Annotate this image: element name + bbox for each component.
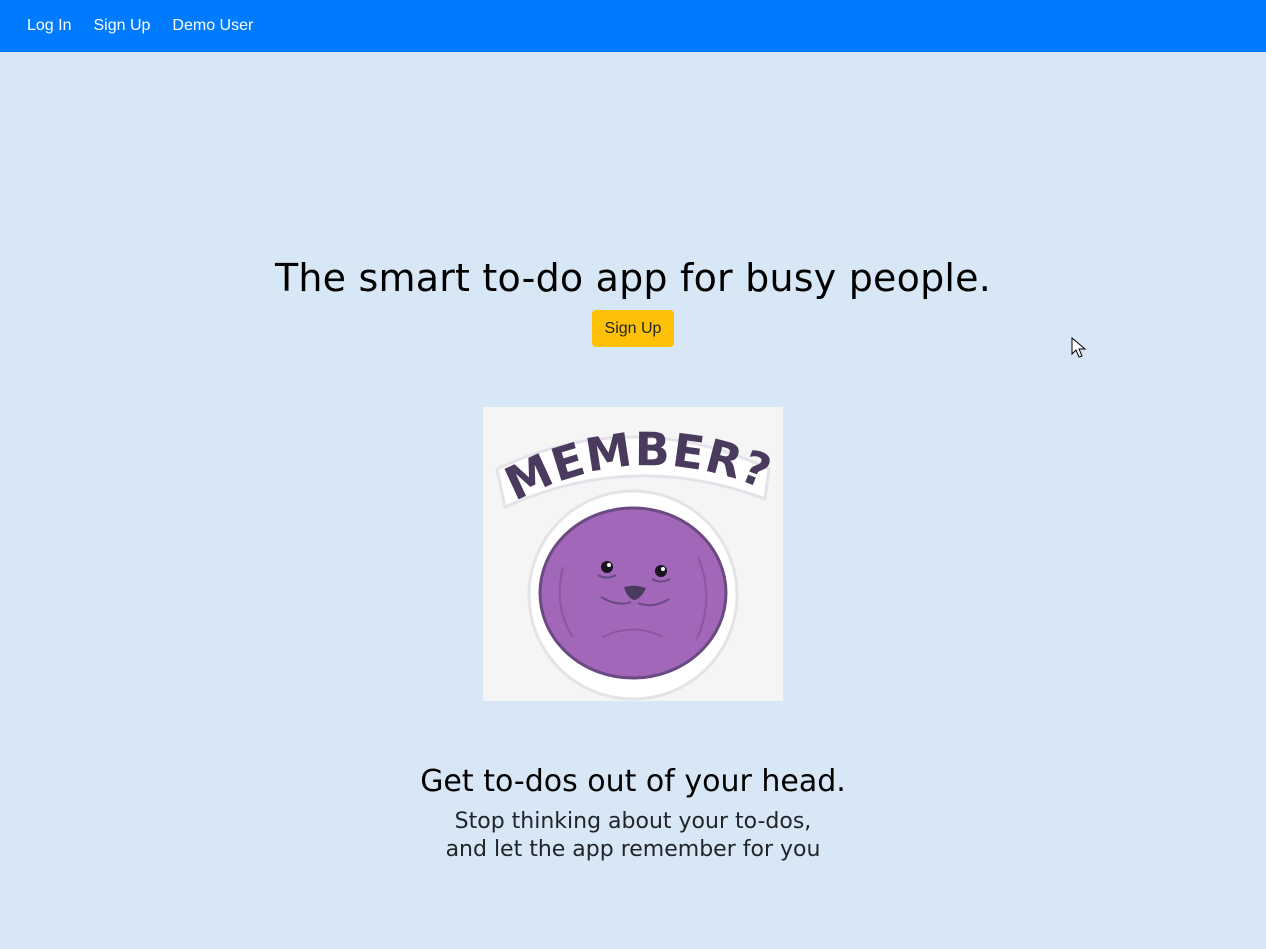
nav-demo-user-link[interactable]: Demo User [161,0,264,52]
feature-text-line-2: and let the app remember for you [445,837,821,862]
mouse-cursor-icon [1071,337,1087,358]
nav-signup-link[interactable]: Sign Up [82,0,161,52]
feature-text-line-1: Stop thinking about your to-dos, [454,809,812,834]
top-navbar: Log In Sign Up Demo User [0,0,1266,52]
member-berry-image: MEMBER? [483,407,783,701]
nav-login-link[interactable]: Log In [16,0,82,52]
feature-heading: Get to-dos out of your head. [420,764,846,799]
hero-signup-button[interactable]: Sign Up [592,310,674,347]
hero-title: The smart to-do app for busy people. [274,256,992,300]
